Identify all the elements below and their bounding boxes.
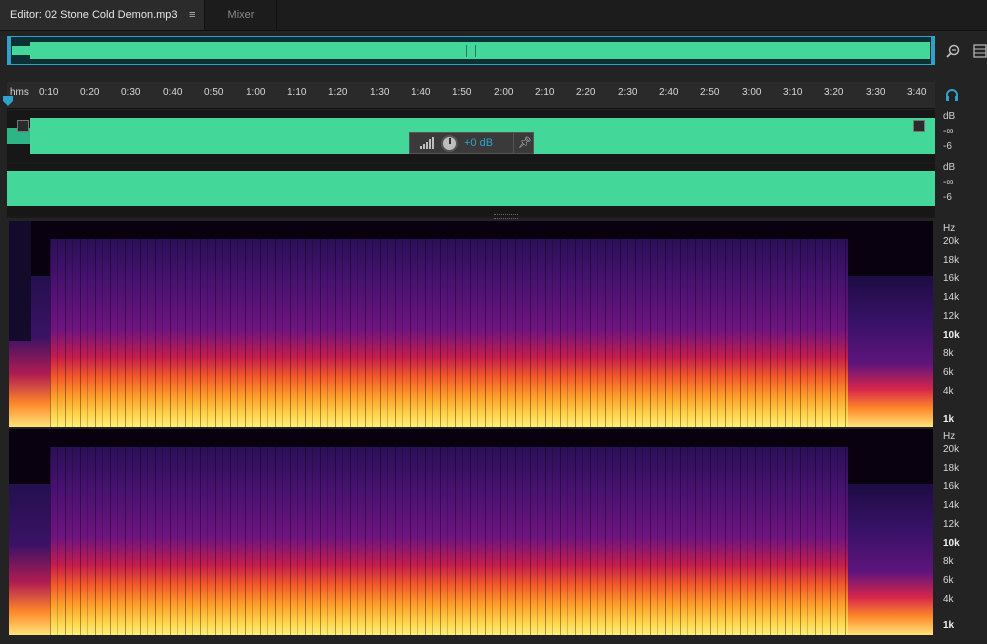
- ruler-tick: 0:40: [163, 87, 183, 98]
- ruler-tick: 3:30: [866, 87, 886, 98]
- ruler-tick: 3:00: [742, 87, 762, 98]
- db-tick: -∞: [943, 177, 954, 188]
- db-unit: dB: [943, 162, 956, 173]
- hz-scale-right: Hz 20k 18k 16k 14k 12k 10k 8k 6k 4k 1k: [937, 430, 987, 636]
- hud-separator: [513, 133, 514, 153]
- hz-tick: 8k: [943, 348, 954, 359]
- ruler-tick: 2:10: [535, 87, 555, 98]
- hz-unit: Hz: [943, 431, 956, 442]
- hz-tick: 8k: [943, 556, 954, 567]
- tab-mixer-label: Mixer: [227, 9, 255, 21]
- hz-tick: 4k: [943, 386, 954, 397]
- waveform-body: [7, 171, 935, 206]
- tab-editor-label: Editor: 02 Stone Cold Demon.mp3: [10, 9, 178, 21]
- overview-left-handle[interactable]: [8, 37, 11, 64]
- ruler-tick: 1:20: [328, 87, 348, 98]
- hz-tick: 10k: [943, 538, 960, 549]
- pin-icon[interactable]: 📌︎: [518, 136, 532, 149]
- editor-tab-bar: Editor: 02 Stone Cold Demon.mp3 ≡ Mixer: [0, 0, 987, 31]
- db-unit: dB: [943, 111, 956, 122]
- ruler-tick: 1:00: [246, 87, 266, 98]
- spectrogram-intro-dark: [9, 221, 31, 341]
- hz-unit: Hz: [943, 223, 956, 234]
- tab-editor[interactable]: Editor: 02 Stone Cold Demon.mp3 ≡: [0, 0, 205, 30]
- time-ruler[interactable]: hms 0:10 0:20 0:30 0:40 0:50 1:00 1:10 1…: [7, 82, 935, 109]
- ruler-tick: 0:30: [121, 87, 141, 98]
- spectrogram-left[interactable]: [9, 221, 933, 427]
- hz-scale-left: Hz 20k 18k 16k 14k 12k 10k 8k 6k 4k 1k: [937, 222, 987, 428]
- ruler-tick: 3:40: [907, 87, 927, 98]
- ruler-tick: 1:50: [452, 87, 472, 98]
- spectrogram-right[interactable]: [9, 429, 933, 635]
- hz-tick: 14k: [943, 292, 960, 303]
- hz-tick: 16k: [943, 273, 960, 284]
- db-scale-left: dB -∞ -6: [937, 110, 987, 160]
- ruler-tick: 0:50: [204, 87, 224, 98]
- spectrogram-outro: [848, 276, 933, 427]
- ruler-tick: 2:00: [494, 87, 514, 98]
- db-tick: -∞: [943, 126, 954, 137]
- ruler-tick: 2:20: [576, 87, 596, 98]
- level-bars-icon: [420, 137, 434, 149]
- zoom-icon[interactable]: [945, 43, 961, 59]
- waveform-editor[interactable]: [7, 110, 935, 218]
- ruler-tick: 2:50: [700, 87, 720, 98]
- spectrogram-intro: [9, 484, 50, 635]
- panel-menu-icon[interactable]: [971, 43, 987, 59]
- spectrogram-body: [50, 239, 848, 427]
- playhead-marker[interactable]: [3, 96, 13, 106]
- overview-waveform: [30, 42, 930, 59]
- overview-waveform-intro: [12, 46, 30, 55]
- hz-tick: 20k: [943, 444, 960, 455]
- hz-tick: 18k: [943, 255, 960, 266]
- ruler-tick: 0:10: [39, 87, 59, 98]
- hz-tick: 1k: [943, 620, 955, 631]
- overview-right-handle[interactable]: [931, 37, 934, 64]
- ruler-tick: 3:20: [824, 87, 844, 98]
- hz-tick: 20k: [943, 236, 960, 247]
- ruler-tick: 1:30: [370, 87, 390, 98]
- headphones-icon[interactable]: [944, 87, 960, 103]
- overview-navigator[interactable]: [7, 36, 935, 65]
- gain-hud: +0 dB 📌︎: [409, 132, 534, 154]
- hz-tick: 6k: [943, 575, 954, 586]
- db-tick: -6: [943, 192, 952, 203]
- hz-tick: 12k: [943, 519, 960, 530]
- hz-tick: 18k: [943, 463, 960, 474]
- spectrogram-outro: [848, 484, 933, 635]
- hz-tick: 12k: [943, 311, 960, 322]
- ruler-tick: 1:10: [287, 87, 307, 98]
- hz-tick: 6k: [943, 367, 954, 378]
- hz-tick: 14k: [943, 500, 960, 511]
- waveform-channel-right[interactable]: [7, 164, 935, 216]
- hamburger-icon[interactable]: ≡: [189, 0, 195, 30]
- overview-grip[interactable]: [466, 45, 476, 57]
- ruler-tick: 2:30: [618, 87, 638, 98]
- db-tick: -6: [943, 141, 952, 152]
- hz-tick: 16k: [943, 481, 960, 492]
- tab-mixer[interactable]: Mixer: [206, 0, 277, 30]
- ruler-tick: 0:20: [80, 87, 100, 98]
- gain-value[interactable]: +0 dB: [464, 137, 493, 149]
- ruler-tick: 1:40: [411, 87, 431, 98]
- hz-tick: 1k: [943, 414, 955, 425]
- fade-in-handle[interactable]: [17, 120, 29, 132]
- fade-out-handle[interactable]: [913, 120, 925, 132]
- ruler-tick: 2:40: [659, 87, 679, 98]
- hz-tick: 4k: [943, 594, 954, 605]
- hz-tick: 10k: [943, 330, 960, 341]
- ruler-tick: 3:10: [783, 87, 803, 98]
- volume-knob-icon[interactable]: [441, 135, 458, 152]
- view-divider-handle[interactable]: [494, 214, 518, 219]
- spectrogram-body: [50, 447, 848, 635]
- db-scale-right: dB -∞ -6: [937, 161, 987, 211]
